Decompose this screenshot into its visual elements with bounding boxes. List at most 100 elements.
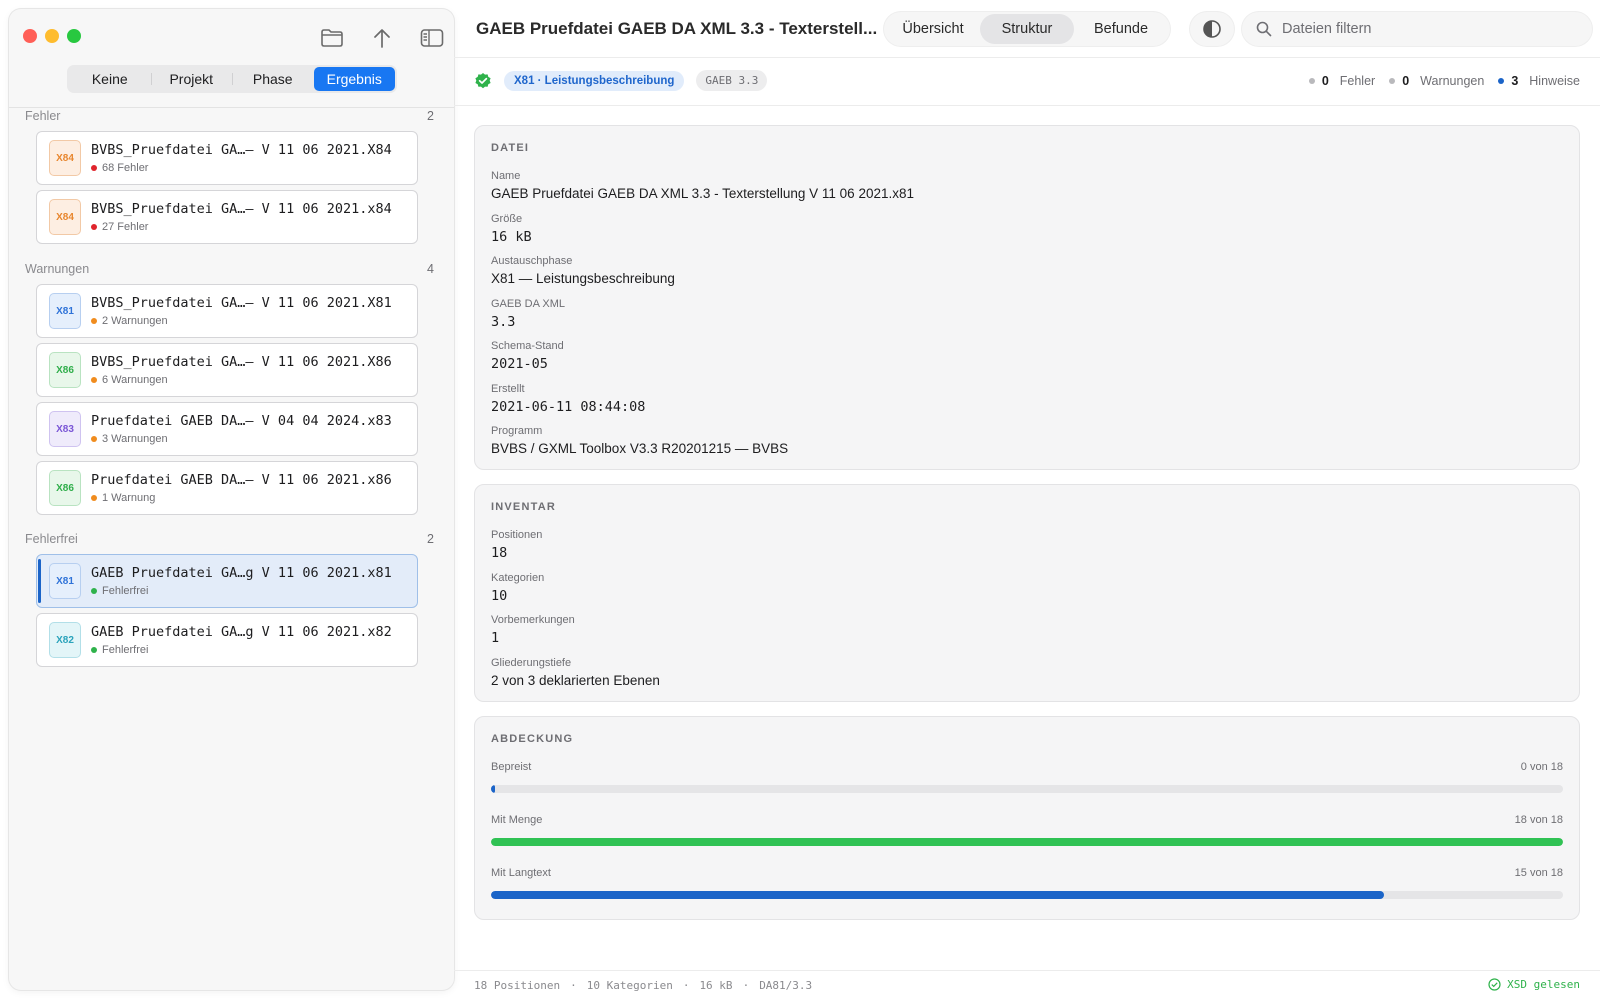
gray-dot-icon	[1389, 78, 1396, 84]
gray-dot-icon	[1308, 78, 1315, 84]
maximize-window-button[interactable]	[67, 29, 81, 43]
field-kategorien: Kategorien 10	[491, 572, 544, 604]
file-status: Fehlerfrei	[102, 644, 149, 656]
phase-badge: X81 · Leistungsbeschreibung	[504, 70, 685, 91]
tab-befunde[interactable]: Befunde	[1074, 14, 1168, 44]
version-badge: GAEB 3.3	[696, 70, 768, 91]
field-label: Programm	[491, 425, 543, 437]
field-label: Vorbemerkungen	[491, 614, 575, 626]
sidebar: Keine Projekt Phase Ergebnis Fehler 2 X84 B…	[9, 9, 454, 990]
field-label: Erstellt	[491, 382, 525, 395]
share-button[interactable]	[366, 26, 398, 50]
coverage-label: Bepreist	[491, 761, 532, 773]
grouping-segmented-control: Keine Projekt Phase Ergebnis	[67, 65, 397, 93]
segment-keine[interactable]: Keine	[69, 67, 151, 91]
sidebar-icon	[420, 29, 444, 47]
coverage-row: Mit Langtext 15 von 18	[491, 867, 1563, 899]
file-type-badge: X84	[49, 199, 81, 235]
group-header-1: Warnungen 4	[25, 262, 434, 276]
file-type-badge: X81	[49, 293, 81, 329]
field-label: Größe	[491, 212, 523, 225]
file-status: 27 Fehler	[102, 221, 149, 233]
status-dot-icon	[91, 224, 97, 230]
segment-projekt[interactable]: Projekt	[150, 67, 233, 91]
contrast-icon	[1203, 20, 1221, 38]
abdeckung-panel: ABDECKUNG Bepreist 0 von 18 Mit Menge 18 vo…	[474, 716, 1580, 920]
coverage-row: Bepreist 0 von 18	[491, 761, 1563, 793]
coverage-label: Mit Langtext	[491, 867, 551, 879]
check-circle-icon	[1488, 978, 1501, 991]
field-value: 2 von 3 deklarierten Ebenen	[491, 672, 660, 688]
field-gliederungstiefe: Gliederungstiefe 2 von 3 deklarierten Ebe…	[491, 657, 660, 688]
tab-uebersicht[interactable]: Übersicht	[886, 14, 980, 44]
group-count: 2	[427, 532, 434, 546]
file-list-item[interactable]: X84 BVBS_Pruefdatei GA…– V 11 06 2021.X84…	[36, 131, 418, 185]
group-count: 4	[427, 262, 434, 276]
group-header-0: Fehler 2	[25, 109, 434, 123]
blue-dot-icon	[1498, 78, 1505, 84]
findings-summary: 0 Fehler 0 Warnungen 3 Hinweise	[1308, 74, 1580, 88]
field-programm: Programm BVBS / GXML Toolbox V3.3 R202012…	[491, 425, 788, 456]
field-größe: Größe 16 kB	[491, 213, 532, 245]
file-name: BVBS_Pruefdatei GA…– V 11 06 2021.X81	[91, 295, 392, 311]
status-dot-icon	[91, 318, 97, 324]
error-count[interactable]: 0 Fehler	[1308, 74, 1375, 88]
field-label: Kategorien	[491, 571, 545, 584]
file-list-item[interactable]: X83 Pruefdatei GAEB DA…– V 04 04 2024.x83…	[36, 402, 418, 456]
field-label: Positionen	[491, 529, 543, 541]
file-name: BVBS_Pruefdatei GA…– V 11 06 2021.X84	[91, 142, 392, 158]
field-value: 10	[491, 587, 508, 604]
file-list-item[interactable]: X81 BVBS_Pruefdatei GA…– V 11 06 2021.X81…	[36, 284, 418, 338]
file-status-bar: X81 · Leistungsbeschreibung GAEB 3.3	[474, 70, 768, 91]
xsd-status-label: XSD gelesen	[1507, 978, 1580, 991]
field-value: X81 — Leistungsbeschreibung	[491, 271, 675, 286]
segment-ergebnis[interactable]: Ergebnis	[313, 67, 395, 91]
group-title: Fehlerfrei	[25, 532, 78, 546]
field-positionen: Positionen 18	[491, 529, 542, 561]
file-list-item[interactable]: X81 GAEB Pruefdatei GA…g V 11 06 2021.x81…	[36, 554, 418, 608]
divider	[454, 57, 1600, 58]
segment-phase[interactable]: Phase	[232, 67, 314, 91]
minimize-window-button[interactable]	[45, 29, 59, 43]
file-type-badge: X83	[49, 411, 81, 447]
footer-item: DA81/3.3	[759, 979, 813, 992]
file-name: GAEB Pruefdatei GA…g V 11 06 2021.x81	[91, 565, 392, 581]
file-name: Pruefdatei GAEB DA…– V 11 06 2021.x86	[91, 472, 392, 488]
field-value: 18	[491, 545, 508, 561]
appearance-toggle-button[interactable]	[1190, 12, 1234, 46]
toggle-sidebar-button[interactable]	[416, 26, 448, 50]
file-name: BVBS_Pruefdatei GA…– V 11 06 2021.x84	[91, 201, 392, 217]
file-status: 2 Warnungen	[102, 315, 168, 327]
field-value: GAEB Pruefdatei GAEB DA XML 3.3 - Texter…	[491, 186, 914, 201]
progress-fill	[491, 838, 1563, 846]
warning-count[interactable]: 0 Warnungen	[1389, 74, 1484, 88]
status-dot-icon	[91, 647, 97, 653]
search-input[interactable]	[1282, 21, 1572, 37]
file-list-item[interactable]: X86 BVBS_Pruefdatei GA…– V 11 06 2021.X86…	[36, 343, 418, 397]
file-type-badge: X86	[49, 352, 81, 388]
file-list-item[interactable]: X84 BVBS_Pruefdatei GA…– V 11 06 2021.x84…	[36, 190, 418, 244]
coverage-value: 0 von 18	[1520, 761, 1563, 773]
file-type-badge: X86	[49, 470, 81, 506]
coverage-row: Mit Menge 18 von 18	[491, 814, 1563, 846]
field-label: Schema-Stand	[491, 340, 564, 352]
group-header-2: Fehlerfrei 2	[25, 532, 434, 546]
panel-heading: INVENTAR	[491, 501, 557, 513]
open-folder-button[interactable]	[316, 26, 348, 50]
status-dot-icon	[91, 377, 97, 383]
tab-struktur[interactable]: Struktur	[980, 14, 1074, 44]
group-title: Warnungen	[25, 262, 90, 276]
separator: ·	[570, 979, 577, 992]
file-list-item[interactable]: X82 GAEB Pruefdatei GA…g V 11 06 2021.x82…	[36, 613, 418, 667]
field-gaeb-da-xml: GAEB DA XML 3.3	[491, 298, 565, 330]
status-dot-icon	[91, 588, 97, 594]
xsd-status: XSD gelesen	[1488, 978, 1580, 991]
file-list-item[interactable]: X86 Pruefdatei GAEB DA…– V 11 06 2021.x86…	[36, 461, 418, 515]
footer-summary: 18 Positionen · 10 Kategorien · 16 kB · DA81/3…	[474, 979, 812, 992]
close-window-button[interactable]	[23, 29, 37, 43]
hint-count[interactable]: 3 Hinweise	[1498, 74, 1580, 88]
field-label: Name	[491, 170, 521, 182]
separator: ·	[682, 979, 690, 992]
verified-check-icon	[475, 72, 491, 88]
progress-track	[491, 891, 1563, 899]
